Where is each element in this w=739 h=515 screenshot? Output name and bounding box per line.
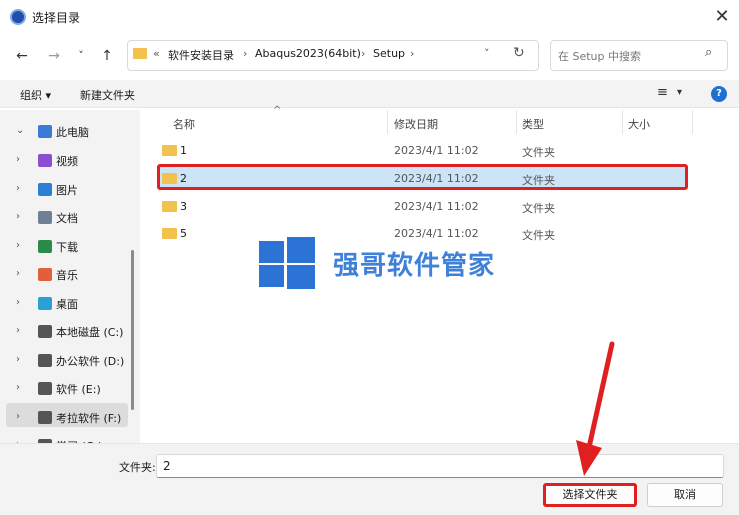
expand-chevron-icon[interactable]: ⌄ <box>16 125 24 136</box>
refresh-icon[interactable]: ↻ <box>513 45 525 61</box>
file-type: 文件夹 <box>522 229 555 242</box>
sidebar-item-label: 视频 <box>56 155 78 168</box>
video-icon <box>38 154 52 167</box>
cancel-button[interactable]: 取消 <box>647 483 723 507</box>
breadcrumb-overflow[interactable]: « <box>153 47 160 60</box>
document-icon <box>38 211 52 224</box>
close-button[interactable]: ✕ <box>710 5 734 29</box>
sidebar-item-label: 图片 <box>56 184 78 197</box>
column-divider[interactable] <box>622 110 623 134</box>
file-modified: 2023/4/1 11:02 <box>394 200 479 213</box>
breadcrumb-item[interactable]: 软件安装目录 <box>168 47 234 63</box>
expand-chevron-icon[interactable]: › <box>16 297 20 308</box>
sidebar-item-label: 本地磁盘 (C:) <box>56 326 124 339</box>
expand-chevron-icon[interactable]: › <box>16 211 20 222</box>
search-icon[interactable]: ⌕ <box>705 45 712 60</box>
drive-icon <box>38 411 52 424</box>
help-icon[interactable]: ? <box>711 86 727 102</box>
column-divider[interactable] <box>692 110 693 134</box>
windows-logo-icon <box>259 237 315 289</box>
back-button[interactable]: ← <box>12 46 32 66</box>
folder-icon <box>133 48 147 59</box>
column-divider[interactable] <box>516 110 517 134</box>
folder-name-input[interactable]: 2 <box>156 454 724 478</box>
watermark-text: 强哥软件管家 <box>333 251 496 281</box>
file-name[interactable]: 3 <box>180 200 187 213</box>
picture-icon <box>38 183 52 196</box>
drive-icon <box>38 354 52 367</box>
expand-chevron-icon[interactable]: › <box>16 411 20 422</box>
expand-chevron-icon[interactable]: › <box>16 325 20 336</box>
sidebar-item-label: 下载 <box>56 241 78 254</box>
up-button[interactable]: ↑ <box>97 46 117 66</box>
folder-icon <box>162 173 177 184</box>
recent-locations-button[interactable]: ˅ <box>71 46 91 66</box>
desktop-icon <box>38 297 52 310</box>
breadcrumb-separator: › <box>243 47 248 60</box>
file-type: 文件夹 <box>522 202 555 215</box>
file-modified: 2023/4/1 11:02 <box>394 227 479 240</box>
breadcrumb-separator: › <box>410 47 415 60</box>
red-arrow-annotation <box>576 341 615 476</box>
computer-icon <box>38 125 52 138</box>
breadcrumb-separator: › <box>361 47 366 60</box>
sidebar-item-label: 软件 (E:) <box>56 383 101 396</box>
drive-icon <box>38 325 52 338</box>
file-type: 文件夹 <box>522 146 555 159</box>
column-divider[interactable] <box>387 110 388 134</box>
sidebar-scrollbar[interactable] <box>131 250 134 410</box>
new-folder-button[interactable]: 新建文件夹 <box>80 87 135 103</box>
drive-icon <box>38 382 52 395</box>
sidebar-item-label: 桌面 <box>56 298 78 311</box>
column-header-type[interactable]: 类型 <box>522 116 544 132</box>
file-modified: 2023/4/1 11:02 <box>394 172 479 185</box>
view-options-icon[interactable]: ≡ <box>657 85 668 100</box>
forward-button[interactable]: → <box>44 46 64 66</box>
select-folder-button[interactable]: 选择文件夹 <box>543 483 637 507</box>
file-type: 文件夹 <box>522 174 555 187</box>
column-header-name[interactable]: 名称 <box>173 116 195 132</box>
column-header-size[interactable]: 大小 <box>628 116 650 132</box>
folder-icon <box>162 201 177 212</box>
folder-icon <box>162 228 177 239</box>
sort-indicator-icon: ^ <box>273 105 282 116</box>
breadcrumb-item[interactable]: Setup <box>373 47 405 60</box>
address-dropdown-button[interactable]: ˅ <box>484 47 490 60</box>
view-dropdown-icon[interactable]: ▾ <box>677 87 682 98</box>
file-name[interactable]: 5 <box>180 227 187 240</box>
folder-icon <box>162 145 177 156</box>
expand-chevron-icon[interactable]: › <box>16 240 20 251</box>
sidebar-item-label: 办公软件 (D:) <box>56 355 125 368</box>
folder-label: 文件夹: <box>119 461 156 474</box>
sidebar-item-label: 此电脑 <box>56 126 89 139</box>
file-modified: 2023/4/1 11:02 <box>394 144 479 157</box>
column-header-modified[interactable]: 修改日期 <box>394 116 438 132</box>
file-name[interactable]: 1 <box>180 144 187 157</box>
download-icon <box>38 240 52 253</box>
expand-chevron-icon[interactable]: › <box>16 154 20 165</box>
expand-chevron-icon[interactable]: › <box>16 382 20 393</box>
window-title: 选择目录 <box>32 11 81 25</box>
expand-chevron-icon[interactable]: › <box>16 183 20 194</box>
title-bar <box>0 0 739 34</box>
expand-chevron-icon[interactable]: › <box>16 268 20 279</box>
organize-button[interactable]: 组织 ▾ <box>20 87 51 103</box>
sidebar-item-label: 考拉软件 (F:) <box>56 412 122 425</box>
sidebar-item-label: 文档 <box>56 212 78 225</box>
sidebar-item-label: 音乐 <box>56 269 78 282</box>
app-icon <box>10 9 26 25</box>
breadcrumb-item[interactable]: Abaqus2023(64bit) <box>255 47 361 60</box>
expand-chevron-icon[interactable]: › <box>16 354 20 365</box>
search-placeholder: 在 Setup 中搜索 <box>558 50 642 63</box>
file-name[interactable]: 2 <box>180 172 187 185</box>
music-icon <box>38 268 52 281</box>
